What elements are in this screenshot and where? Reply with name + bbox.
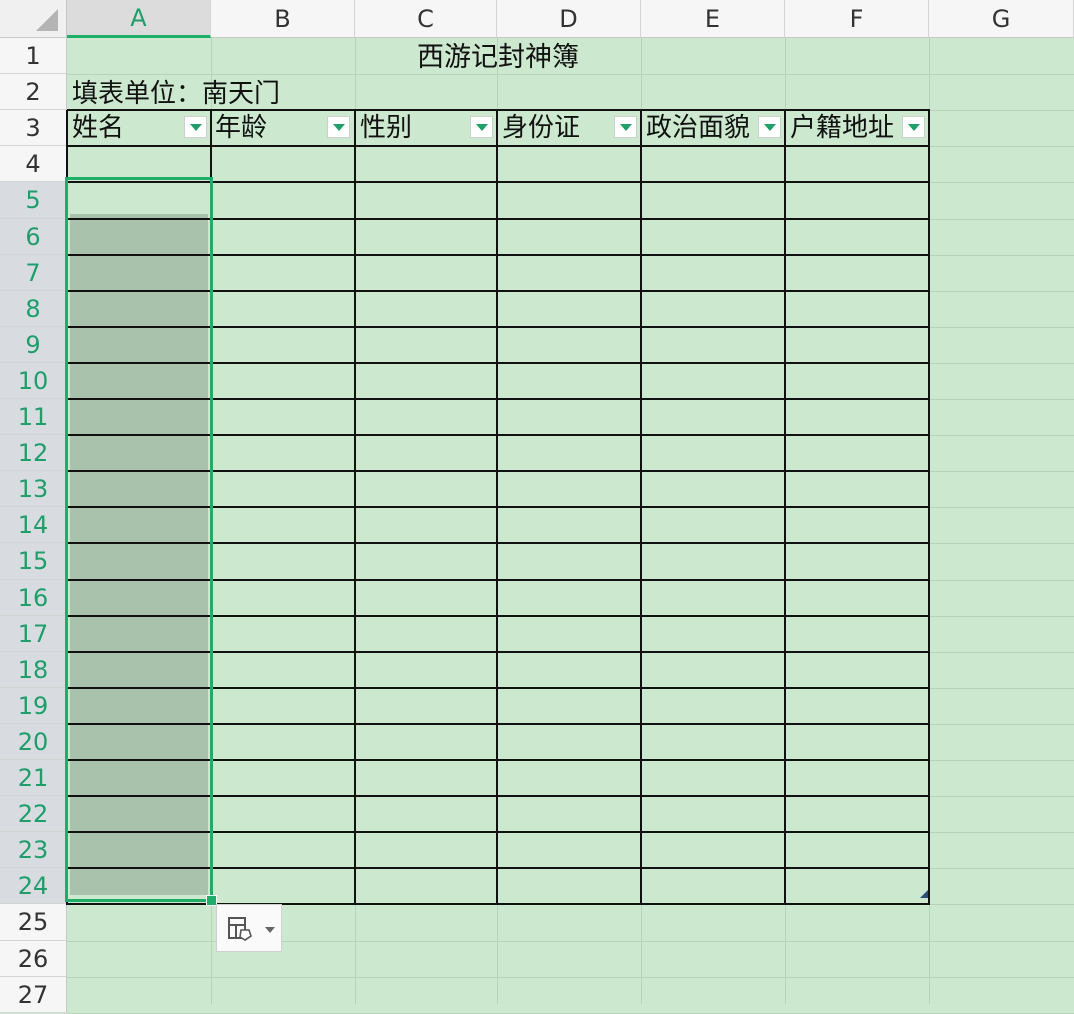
row-header-16[interactable]: 16: [0, 580, 67, 616]
header-address[interactable]: 户籍地址: [790, 111, 900, 142]
paste-options-button[interactable]: [216, 904, 282, 952]
table-border: [640, 110, 642, 905]
table-resize-icon[interactable]: [920, 890, 928, 898]
row-header-9[interactable]: 9: [0, 327, 67, 363]
row-header-24[interactable]: 24: [0, 868, 67, 904]
table-border: [354, 110, 356, 905]
column-header-d[interactable]: D: [497, 0, 641, 38]
row-header-22[interactable]: 22: [0, 796, 67, 832]
header-id-card[interactable]: 身份证: [502, 111, 610, 142]
row-header-6[interactable]: 6: [0, 219, 67, 255]
row-header-5[interactable]: 5: [0, 182, 67, 219]
table-border: [496, 110, 498, 905]
spreadsheet[interactable]: ABCDEFG 1 2 3 4 5 6 7 8 9 10 11 12 13 14 15 16 17 18 19 20 2…: [0, 0, 1074, 1014]
row-header-20[interactable]: 20: [0, 724, 67, 760]
filter-dropdown-icon[interactable]: [327, 116, 350, 138]
filter-dropdown-icon[interactable]: [902, 116, 925, 138]
column-header-c[interactable]: C: [355, 0, 497, 38]
row-header-25[interactable]: 25: [0, 904, 67, 941]
column-header-a[interactable]: A: [67, 0, 211, 38]
header-age[interactable]: 年龄: [215, 111, 323, 142]
chevron-down-icon: [265, 927, 275, 933]
column-header-e[interactable]: E: [641, 0, 785, 38]
gridline: [67, 74, 1074, 75]
filter-dropdown-icon[interactable]: [184, 116, 207, 138]
row-header-2[interactable]: 2: [0, 74, 67, 110]
row-header-23[interactable]: 23: [0, 832, 67, 868]
row-header-14[interactable]: 14: [0, 507, 67, 543]
sheet-title[interactable]: 西游记封神簿: [67, 38, 929, 74]
row-header-7[interactable]: 7: [0, 255, 67, 291]
table-border: [67, 145, 930, 147]
gridline: [67, 977, 1074, 978]
select-all-corner[interactable]: [0, 0, 67, 38]
row-header-3[interactable]: 3: [0, 110, 67, 146]
row-header-26[interactable]: 26: [0, 941, 67, 977]
row-header-12[interactable]: 12: [0, 435, 67, 471]
filter-dropdown-icon[interactable]: [470, 116, 493, 138]
row-header-21[interactable]: 21: [0, 760, 67, 796]
row-header-4[interactable]: 4: [0, 146, 67, 182]
table-border: [784, 110, 786, 905]
row-header-1[interactable]: 1: [0, 38, 67, 74]
selection-border: [65, 177, 213, 902]
paste-options-icon: [228, 917, 252, 941]
table-border: [928, 110, 930, 905]
column-header-f[interactable]: F: [785, 0, 929, 38]
header-political-status[interactable]: 政治面貌: [646, 111, 754, 142]
filter-dropdown-icon[interactable]: [614, 116, 637, 138]
row-header-15[interactable]: 15: [0, 543, 67, 580]
unit-label[interactable]: 填表单位：南天门: [72, 76, 280, 112]
table-border: [67, 903, 930, 905]
column-header-b[interactable]: B: [211, 0, 355, 38]
row-header-11[interactable]: 11: [0, 399, 67, 435]
row-header-18[interactable]: 18: [0, 652, 67, 688]
row-header-10[interactable]: 10: [0, 363, 67, 399]
header-name[interactable]: 姓名: [72, 111, 180, 142]
row-header-19[interactable]: 19: [0, 688, 67, 724]
row-header-17[interactable]: 17: [0, 616, 67, 652]
row-header-27[interactable]: 27: [0, 977, 67, 1013]
header-gender[interactable]: 性别: [360, 111, 466, 142]
column-header-g[interactable]: G: [929, 0, 1074, 38]
filter-dropdown-icon[interactable]: [758, 116, 781, 138]
row-header-13[interactable]: 13: [0, 471, 67, 507]
row-header-8[interactable]: 8: [0, 291, 67, 327]
